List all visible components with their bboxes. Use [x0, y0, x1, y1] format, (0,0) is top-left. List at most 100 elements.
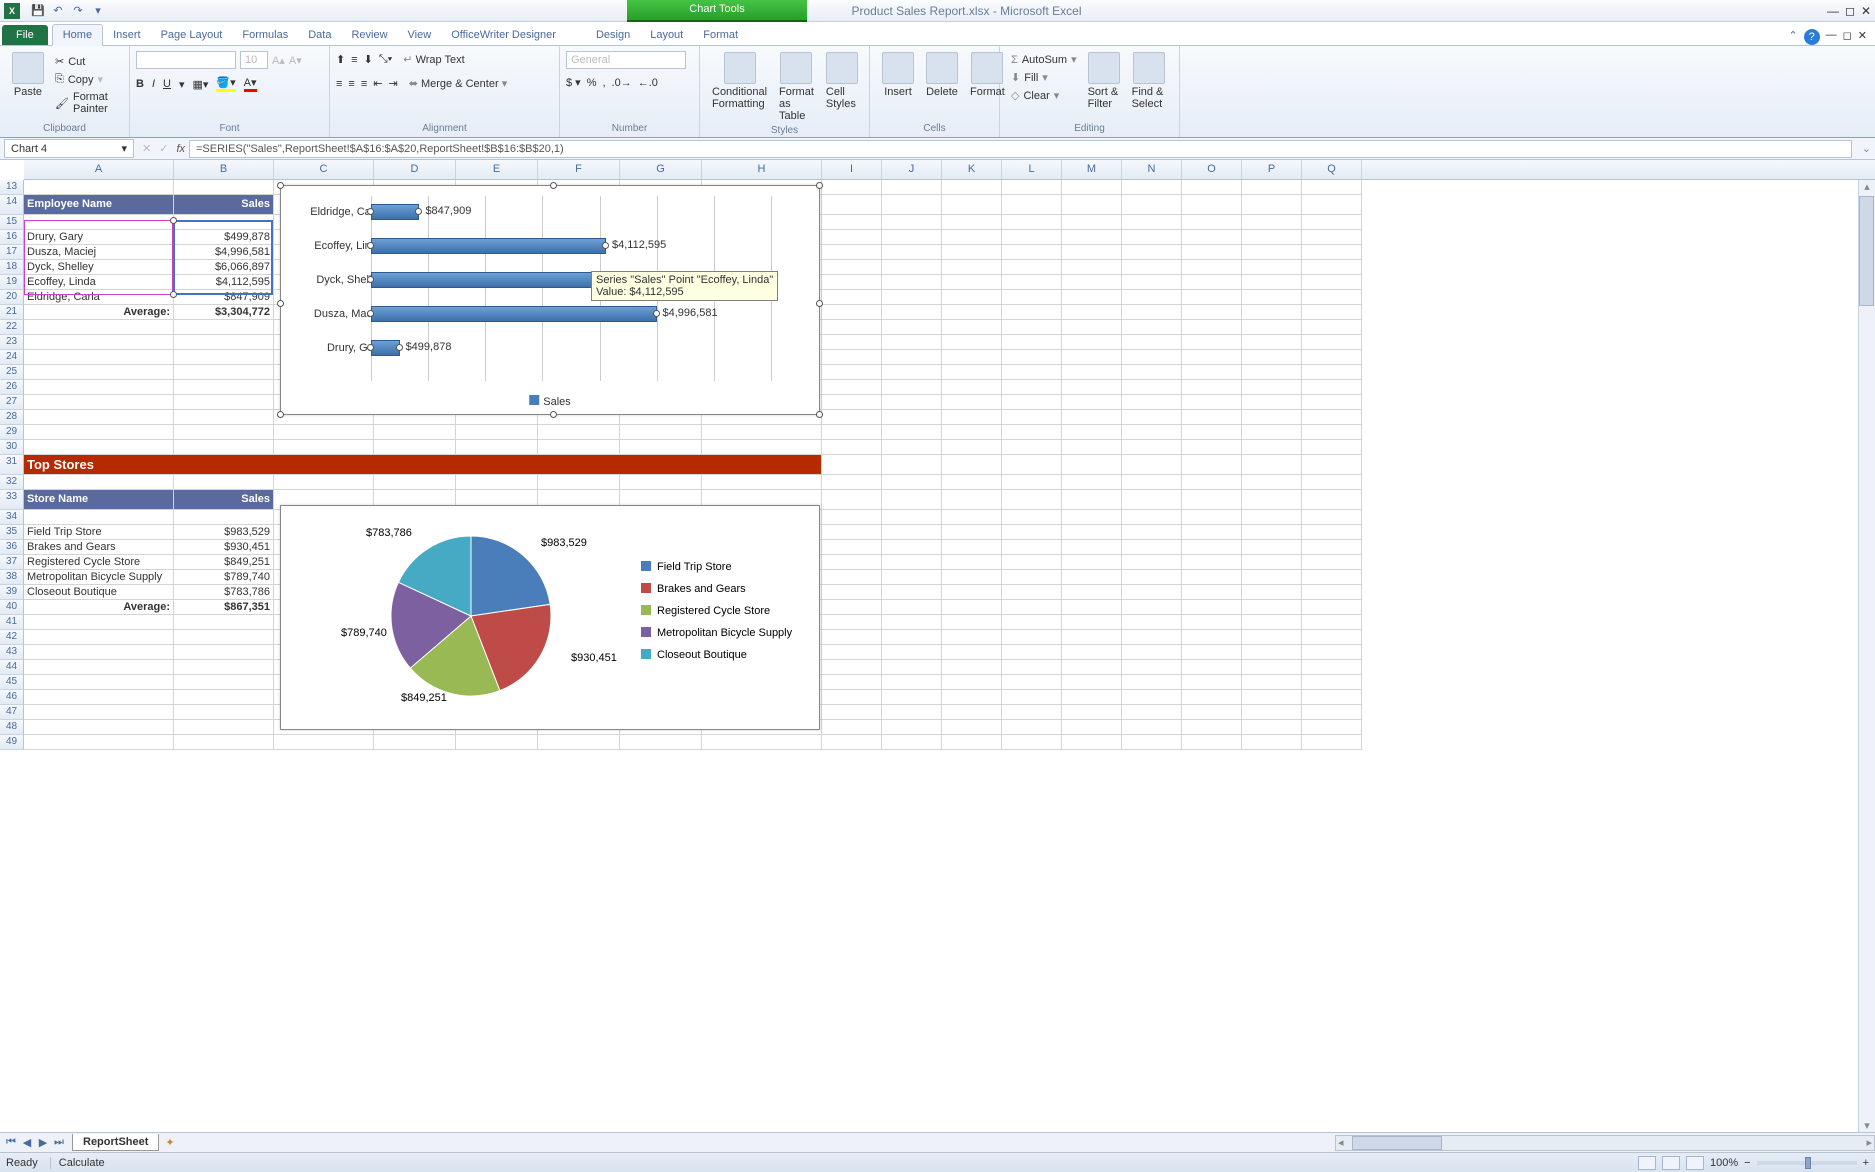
column-header[interactable]: K: [942, 160, 1002, 179]
cell[interactable]: [822, 230, 882, 245]
cell[interactable]: [174, 335, 274, 350]
cell[interactable]: [942, 540, 1002, 555]
row-header[interactable]: 16: [0, 230, 24, 245]
sheet-tab[interactable]: ReportSheet: [72, 1134, 159, 1151]
autosum-button[interactable]: Σ AutoSum ▾: [1006, 51, 1082, 68]
chevron-down-icon[interactable]: ▾: [121, 142, 127, 155]
cell[interactable]: [1062, 720, 1122, 735]
cell[interactable]: [822, 195, 882, 215]
cell[interactable]: [1122, 570, 1182, 585]
cell[interactable]: [1062, 690, 1122, 705]
cell[interactable]: [1302, 630, 1362, 645]
cell[interactable]: [1182, 335, 1242, 350]
cell[interactable]: [1242, 380, 1302, 395]
zoom-in-icon[interactable]: +: [1863, 1157, 1869, 1169]
row-header[interactable]: 18: [0, 260, 24, 275]
cell[interactable]: [1242, 290, 1302, 305]
cell[interactable]: [1122, 245, 1182, 260]
cell[interactable]: [1122, 215, 1182, 230]
cell[interactable]: [1182, 410, 1242, 425]
cell[interactable]: [822, 615, 882, 630]
last-sheet-icon[interactable]: ⏭: [52, 1136, 66, 1149]
cell[interactable]: [702, 440, 822, 455]
cell[interactable]: [374, 425, 456, 440]
row-header[interactable]: 13: [0, 180, 24, 195]
tab-data[interactable]: Data: [298, 25, 341, 45]
cell[interactable]: [24, 335, 174, 350]
cell[interactable]: [822, 260, 882, 275]
cell[interactable]: [1122, 510, 1182, 525]
horizontal-scrollbar[interactable]: ◂ ▸: [1335, 1135, 1875, 1151]
cell[interactable]: [942, 720, 1002, 735]
cell[interactable]: [24, 320, 174, 335]
cell[interactable]: [538, 440, 620, 455]
cell[interactable]: [1182, 645, 1242, 660]
cell[interactable]: [942, 585, 1002, 600]
row-header[interactable]: 24: [0, 350, 24, 365]
cell[interactable]: [1002, 585, 1062, 600]
cell[interactable]: [1002, 320, 1062, 335]
column-header[interactable]: J: [882, 160, 942, 179]
cell[interactable]: [822, 275, 882, 290]
cell[interactable]: [1242, 230, 1302, 245]
cell[interactable]: [1002, 455, 1062, 475]
cell[interactable]: [822, 525, 882, 540]
cell[interactable]: [1122, 690, 1182, 705]
cell[interactable]: [174, 320, 274, 335]
column-header[interactable]: L: [1002, 160, 1062, 179]
cell[interactable]: [822, 570, 882, 585]
cell[interactable]: [1002, 180, 1062, 195]
cell[interactable]: [1242, 600, 1302, 615]
chart-handle[interactable]: [277, 300, 284, 307]
cell[interactable]: [538, 425, 620, 440]
cell[interactable]: Top Stores: [24, 455, 822, 475]
row-header[interactable]: 25: [0, 365, 24, 380]
align-right-icon[interactable]: ≡: [361, 78, 367, 90]
cell[interactable]: [1062, 630, 1122, 645]
cell[interactable]: $930,451: [174, 540, 274, 555]
column-header[interactable]: N: [1122, 160, 1182, 179]
cell[interactable]: [1122, 585, 1182, 600]
undo-icon[interactable]: ↶: [50, 3, 66, 19]
tab-review[interactable]: Review: [341, 25, 397, 45]
cell[interactable]: [174, 615, 274, 630]
cell[interactable]: [1182, 395, 1242, 410]
cell[interactable]: [942, 735, 1002, 750]
row-header[interactable]: 36: [0, 540, 24, 555]
cell[interactable]: [1182, 275, 1242, 290]
restore-icon[interactable]: ◻: [1845, 4, 1855, 18]
cell[interactable]: [1062, 705, 1122, 720]
cell[interactable]: [942, 630, 1002, 645]
tab-view[interactable]: View: [398, 25, 442, 45]
cell[interactable]: [1182, 525, 1242, 540]
formula-input[interactable]: =SERIES("Sales",ReportSheet!$A$16:$A$20,…: [189, 140, 1852, 158]
cell[interactable]: [1002, 425, 1062, 440]
cell-styles-button[interactable]: Cell Styles: [820, 50, 864, 124]
tab-formulas[interactable]: Formulas: [232, 25, 298, 45]
new-sheet-icon[interactable]: ✦: [165, 1136, 174, 1149]
prev-sheet-icon[interactable]: ◀: [20, 1136, 34, 1149]
cell[interactable]: [1302, 585, 1362, 600]
cell[interactable]: [822, 350, 882, 365]
cell[interactable]: [942, 490, 1002, 510]
cell[interactable]: [1242, 245, 1302, 260]
cell[interactable]: [1182, 475, 1242, 490]
cell[interactable]: [1242, 440, 1302, 455]
increase-indent-icon[interactable]: ⇥: [388, 77, 397, 90]
cell[interactable]: [1182, 660, 1242, 675]
cell[interactable]: [24, 395, 174, 410]
cell[interactable]: [882, 395, 942, 410]
cell[interactable]: [1002, 690, 1062, 705]
borders-button[interactable]: ▦▾: [193, 78, 209, 91]
cell[interactable]: [1302, 690, 1362, 705]
tab-design[interactable]: Design: [586, 25, 640, 45]
font-color-button[interactable]: A▾: [244, 76, 257, 92]
cell[interactable]: [1302, 615, 1362, 630]
cell[interactable]: [1182, 440, 1242, 455]
cell[interactable]: [1002, 705, 1062, 720]
cell[interactable]: [822, 305, 882, 320]
cell[interactable]: [24, 410, 174, 425]
cell[interactable]: [1002, 600, 1062, 615]
cell[interactable]: [24, 660, 174, 675]
cell[interactable]: [1302, 215, 1362, 230]
